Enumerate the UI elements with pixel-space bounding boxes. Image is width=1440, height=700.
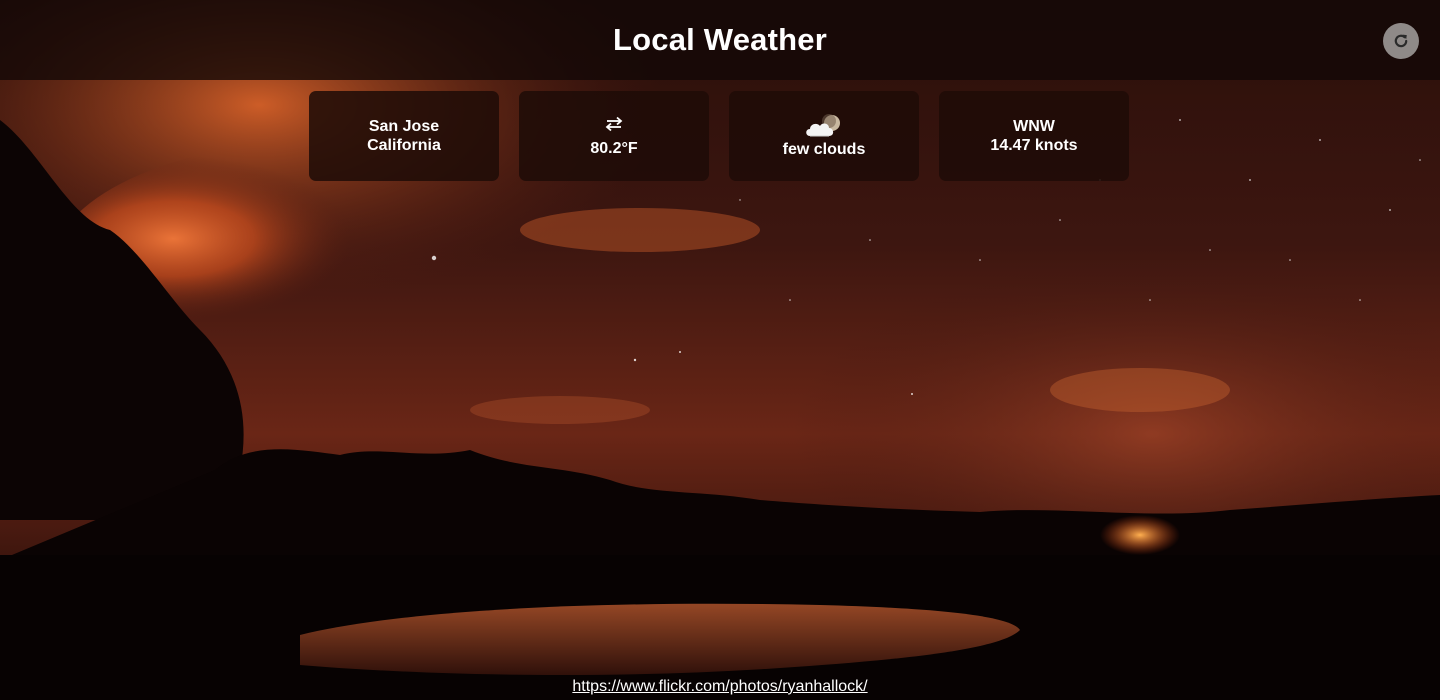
conditions-icon-wrap [804, 113, 844, 138]
page-title: Local Weather [613, 22, 827, 57]
location-card: San Jose California [309, 91, 499, 181]
few-clouds-night-icon [806, 113, 840, 136]
header-bar: Local Weather [0, 0, 1440, 80]
photo-credit: https://www.flickr.com/photos/ryanhalloc… [0, 677, 1440, 697]
temperature-card: 80.2°F [519, 91, 709, 181]
wind-direction: WNW [1013, 118, 1055, 135]
wind-speed: 14.47 knots [990, 137, 1078, 154]
unit-toggle-button[interactable] [604, 115, 624, 137]
conditions-description: few clouds [782, 140, 866, 158]
conditions-card: few clouds [729, 91, 919, 181]
weather-cards: San Jose California 80.2°F few clouds WN… [309, 91, 1129, 181]
wind-card: WNW 14.47 knots [939, 91, 1129, 181]
refresh-button[interactable] [1383, 23, 1419, 59]
weather-page: Local Weather San Jose California 80.2°F [0, 0, 1440, 700]
photo-credit-link[interactable]: https://www.flickr.com/photos/ryanhalloc… [572, 678, 867, 695]
refresh-icon [1394, 34, 1408, 48]
temperature-value: 80.2°F [590, 139, 638, 157]
city-name: San Jose [368, 118, 440, 135]
swap-arrows-icon [605, 116, 623, 131]
region-name: California [367, 137, 441, 154]
